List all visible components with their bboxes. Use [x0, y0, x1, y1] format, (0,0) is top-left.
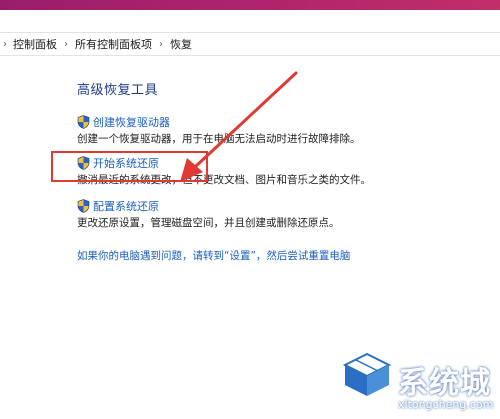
task-description: 创建一个恢复驱动器，用于在电脑无法启动时进行故障排除。 [77, 133, 361, 145]
window-title-area [0, 10, 500, 32]
reset-pc-settings-link[interactable]: 如果你的电脑遇到问题，请转到“设置”，然后尝试重置电脑 [77, 248, 350, 263]
breadcrumb-control-panel[interactable]: 控制面板 [13, 36, 57, 52]
highlight-box-annotation [51, 151, 208, 182]
breadcrumb-all-items[interactable]: 所有控制面板项 [75, 36, 152, 52]
task-configure-system-restore: 配置系统还原 更改还原设置，管理磁盘空间，并且创建或删除还原点。 [77, 198, 340, 230]
uac-shield-icon [77, 114, 90, 129]
watermark: 系统城 xitongcheng.com [332, 348, 500, 419]
breadcrumb-recovery[interactable]: 恢复 [170, 36, 192, 52]
chevron-right-icon: › [3, 38, 7, 50]
watermark-domain: xitongcheng.com [398, 398, 494, 411]
watermark-brand: 系统城 [398, 366, 491, 401]
uac-shield-icon [77, 198, 90, 213]
create-recovery-drive-link[interactable]: 创建恢复驱动器 [93, 114, 170, 130]
xitongcheng-logo-icon [342, 352, 392, 396]
window-titlebar-strip [0, 0, 500, 10]
page-title: 高级恢复工具 [77, 83, 159, 98]
chevron-right-icon[interactable]: › [159, 39, 163, 50]
chevron-right-icon[interactable]: › [64, 39, 68, 50]
task-create-recovery-drive: 创建恢复驱动器 创建一个恢复驱动器，用于在电脑无法启动时进行故障排除。 [77, 114, 361, 146]
task-description: 更改还原设置，管理磁盘空间，并且创建或删除还原点。 [77, 217, 340, 229]
configure-system-restore-link[interactable]: 配置系统还原 [93, 198, 159, 214]
address-bar[interactable]: › 控制面板 › 所有控制面板项 › 恢复 [0, 32, 500, 56]
